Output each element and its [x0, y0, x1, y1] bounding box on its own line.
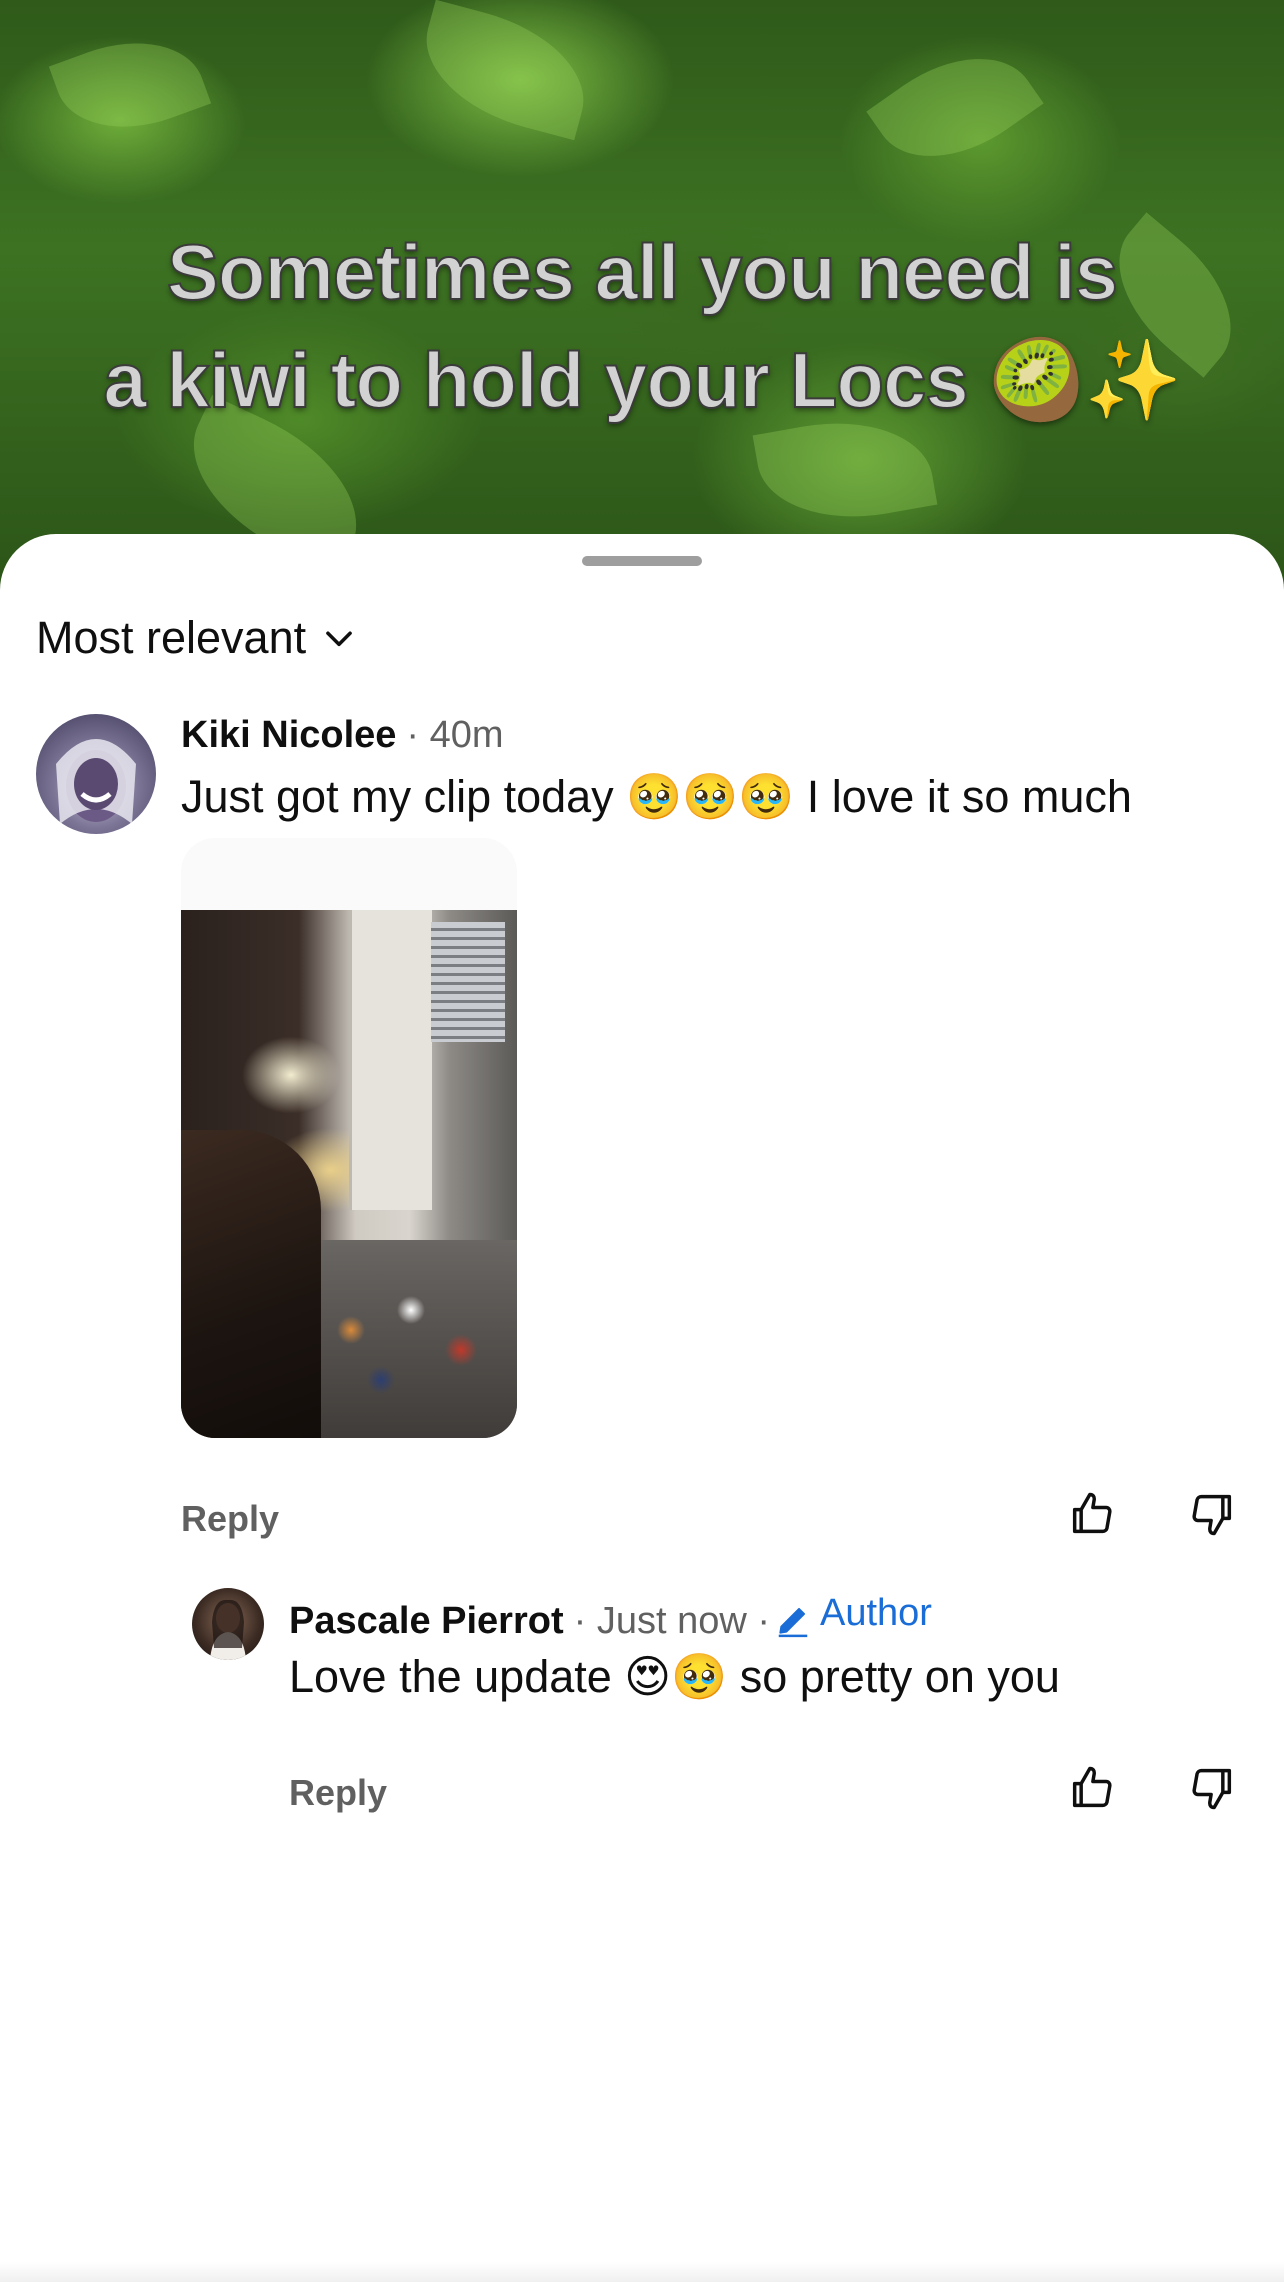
photo-window-shape	[431, 922, 505, 1042]
author-badge-label: Author	[820, 1592, 932, 1634]
comment-header: Kiki Nicolee · 40m	[181, 714, 504, 757]
avatar-photo	[210, 1599, 246, 1660]
avatar-kiki-nicolee[interactable]	[36, 714, 156, 834]
reply-header: Pascale Pierrot · Just now · Author	[289, 1592, 932, 1643]
video-caption-line-2: a kiwi to hold your Locs 🥝✨	[102, 335, 1182, 425]
leaf-shape	[866, 25, 1044, 190]
thumbs-up-icon	[1072, 1492, 1112, 1534]
reply-timestamp: · Just now ·	[573, 1599, 770, 1642]
like-button[interactable]	[1066, 1762, 1118, 1814]
comment-author-name[interactable]: Kiki Nicolee	[181, 714, 396, 757]
thumbs-down-icon	[1192, 1494, 1232, 1536]
bottom-edge	[0, 2262, 1284, 2282]
photo-locs-shape	[181, 1130, 321, 1438]
comment-attached-photo[interactable]	[181, 838, 517, 1438]
reply-text: Love the update 😍🥹 so pretty on you	[289, 1651, 1060, 1702]
photo-door-shape	[349, 910, 432, 1210]
comments-sheet: Most relevant Kiki Nicolee · 40m Just go…	[0, 534, 1284, 2282]
avatar-illustration	[56, 739, 136, 824]
dislike-button[interactable]	[1186, 1762, 1238, 1814]
sheet-drag-handle[interactable]	[582, 556, 702, 566]
photo-scene	[181, 910, 517, 1438]
chevron-down-icon	[326, 631, 352, 647]
video-caption: Sometimes all you need is a kiwi to hold…	[0, 218, 1284, 434]
sort-label: Most relevant	[36, 612, 307, 663]
pencil-icon	[778, 1607, 808, 1637]
like-button[interactable]	[1066, 1488, 1118, 1540]
dislike-button[interactable]	[1186, 1488, 1238, 1540]
reply-button[interactable]: Reply	[181, 1498, 279, 1540]
comment-timestamp: · 40m	[406, 714, 504, 756]
video-caption-line-1: Sometimes all you need is	[166, 227, 1119, 317]
author-badge: Author	[774, 1592, 932, 1637]
avatar-pascale-pierrot[interactable]	[192, 1588, 264, 1660]
leaf-shape	[48, 18, 212, 152]
leaf-shape	[409, 0, 601, 141]
sort-dropdown[interactable]: Most relevant	[36, 610, 358, 666]
thumbs-down-icon	[1192, 1768, 1232, 1810]
comment-text: Just got my clip today 🥹🥹🥹 I love it so …	[181, 771, 1132, 822]
reply-author-name[interactable]: Pascale Pierrot	[289, 1600, 564, 1643]
thumbs-up-icon	[1072, 1766, 1112, 1808]
video-player[interactable]: Sometimes all you need is a kiwi to hold…	[0, 0, 1284, 620]
reply-button[interactable]: Reply	[289, 1772, 387, 1814]
